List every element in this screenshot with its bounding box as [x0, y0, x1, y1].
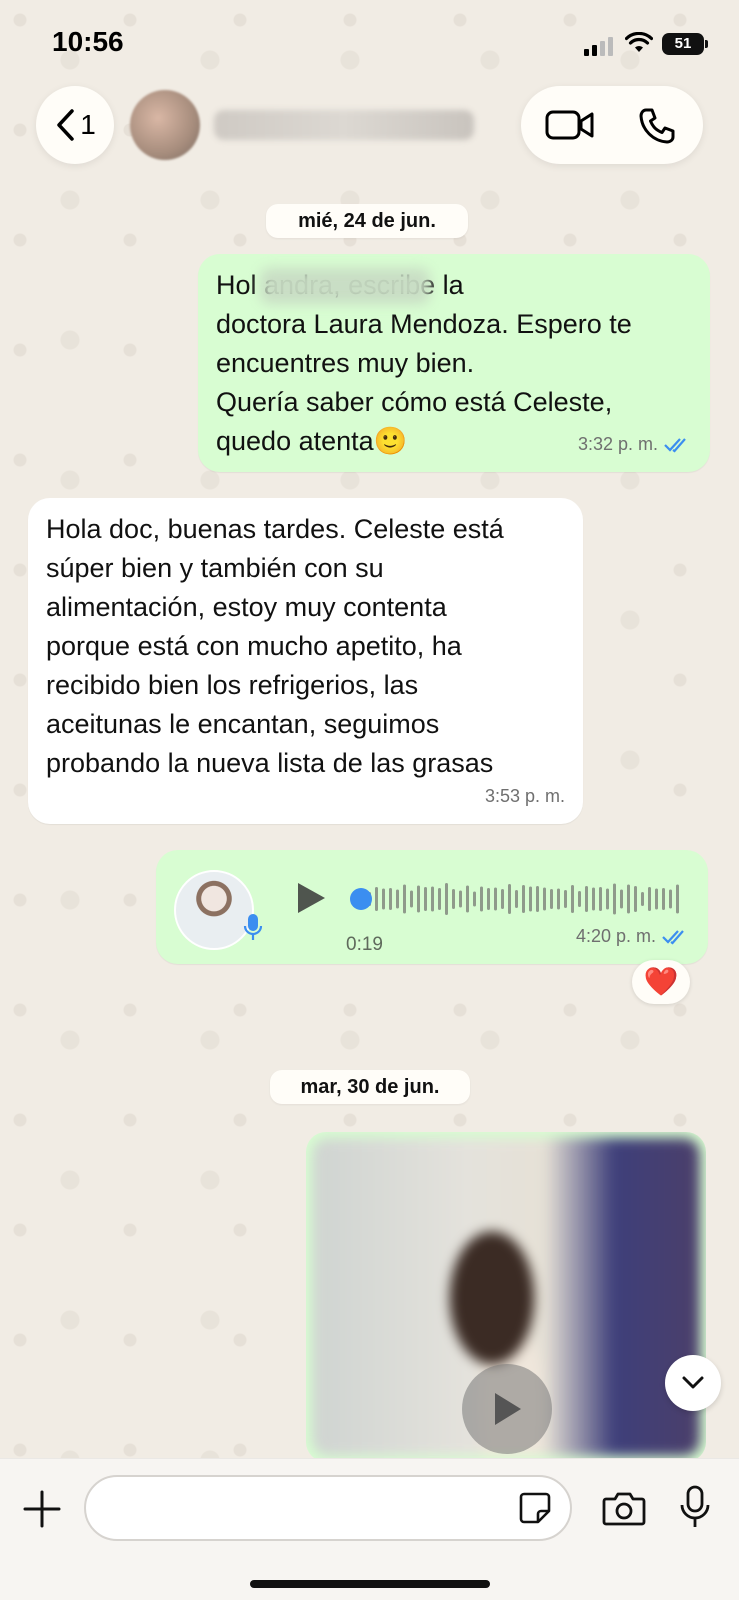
waveform-bar: [431, 886, 434, 912]
wifi-icon: [625, 32, 653, 52]
waveform-bar: [438, 888, 441, 910]
composer-bar: [0, 1458, 739, 1600]
message-meta: 3:53 p. m.: [485, 777, 565, 816]
message-meta: 3:32 p. m.: [578, 425, 692, 464]
waveform-bar: [424, 887, 427, 911]
waveform-bar: [662, 888, 665, 910]
outgoing-message[interactable]: Hol andra, escribe la doctora Laura Mend…: [198, 254, 710, 472]
back-button[interactable]: 1: [36, 86, 114, 164]
play-icon[interactable]: [294, 880, 328, 916]
waveform-bar: [536, 886, 539, 912]
message-time: 4:20 p. m.: [575, 926, 656, 946]
voice-duration: 0:19: [346, 934, 383, 955]
unread-count: 1: [80, 109, 96, 140]
waveform-bar: [634, 886, 637, 912]
waveform-bar: [466, 885, 469, 913]
message-input[interactable]: [84, 1475, 572, 1541]
playback-scrubber[interactable]: [350, 888, 372, 910]
waveform-bar: [641, 892, 644, 906]
waveform-bar: [452, 889, 455, 909]
play-icon: [495, 1393, 521, 1425]
waveform-bar: [473, 891, 476, 907]
double-check-icon: [664, 437, 686, 452]
waveform-bar: [375, 887, 378, 911]
waveform-bar: [676, 884, 679, 914]
waveform-bar: [459, 890, 462, 908]
waveform-bar: [613, 883, 616, 915]
waveform-bar: [620, 889, 623, 909]
contact-avatar[interactable]: [130, 90, 200, 160]
waveform-bar: [445, 883, 448, 915]
chevron-down-icon: [682, 1376, 704, 1389]
video-play-button[interactable]: [462, 1364, 552, 1454]
waveform-bar: [557, 888, 560, 910]
waveform-bar: [403, 884, 406, 914]
waveform-bar: [396, 889, 399, 909]
waveform-bar: [606, 888, 609, 910]
video-camera-icon[interactable]: [545, 108, 595, 142]
waveform-bar: [508, 884, 511, 914]
waveform-bar: [389, 888, 392, 910]
home-indicator: [250, 1580, 490, 1588]
battery-indicator: 51: [662, 33, 708, 55]
waveform-bar: [599, 887, 602, 911]
waveform-bar: [501, 889, 504, 909]
waveform-bar: [522, 885, 525, 913]
waveform-bar: [550, 889, 553, 909]
message-time: 3:32 p. m.: [577, 434, 658, 454]
waveform-bar: [655, 888, 658, 910]
waveform-bar: [648, 887, 651, 911]
contact-name[interactable]: [214, 110, 474, 140]
message-text: Hola doc, buenas tardes. Celeste está sú…: [46, 514, 504, 778]
waveform-bar: [529, 886, 532, 912]
status-bar: 10:56 51: [0, 0, 739, 80]
waveform-bar: [417, 885, 420, 913]
waveform-bar: [564, 890, 567, 908]
date-separator: mar, 30 de jun.: [270, 1070, 470, 1104]
incoming-message[interactable]: Hola doc, buenas tardes. Celeste está sú…: [28, 498, 583, 824]
message-time: 3:53 p. m.: [484, 786, 565, 806]
message-meta: 4:20 p. m.: [576, 917, 690, 956]
waveform-bar: [480, 886, 483, 912]
reaction-heart[interactable]: ❤️: [632, 960, 690, 1004]
waveform-bar: [592, 887, 595, 911]
waveform-bar: [487, 888, 490, 910]
waveform-bar: [515, 890, 518, 908]
cellular-signal-icon: [584, 36, 614, 56]
waveform-bar: [410, 890, 413, 908]
sticker-icon[interactable]: [518, 1491, 552, 1525]
waveform-bar: [578, 891, 581, 907]
chevron-left-icon: [57, 109, 74, 141]
date-separator: mié, 24 de jun.: [266, 204, 468, 238]
waveform-bar: [627, 884, 630, 914]
waveform-bar: [543, 887, 546, 911]
plus-icon[interactable]: [22, 1489, 62, 1529]
phone-icon[interactable]: [637, 106, 677, 146]
microphone-icon: [243, 914, 263, 940]
camera-icon[interactable]: [602, 1489, 646, 1527]
call-actions: [521, 86, 703, 164]
audio-waveform[interactable]: [352, 880, 682, 918]
waveform-bar: [571, 885, 574, 913]
waveform-bar: [669, 889, 672, 909]
double-check-icon: [662, 929, 684, 944]
microphone-icon[interactable]: [678, 1485, 712, 1529]
scroll-to-bottom-button[interactable]: [665, 1355, 721, 1411]
status-time: 10:56: [52, 26, 124, 57]
outgoing-video-message[interactable]: [306, 1132, 706, 1462]
redacted-name: [260, 268, 430, 304]
waveform-bar: [494, 887, 497, 911]
waveform-bar: [585, 886, 588, 912]
waveform-bar: [382, 888, 385, 910]
